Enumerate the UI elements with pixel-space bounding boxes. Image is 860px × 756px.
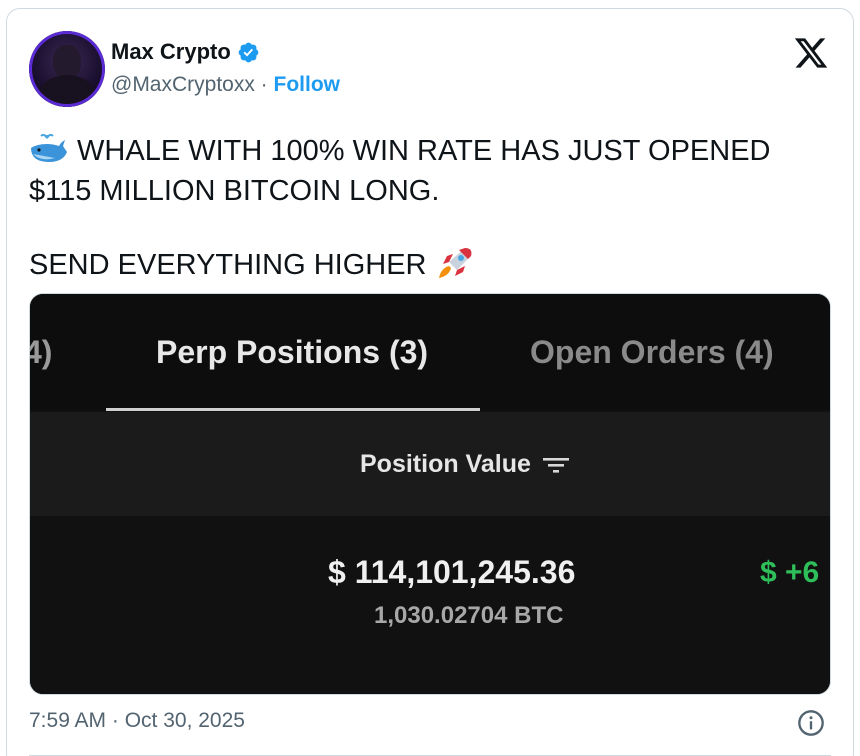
sort-filter-icon [542,457,569,473]
column-header-position-value: Position Value [360,450,571,479]
avatar[interactable] [29,31,105,107]
x-logo-icon[interactable] [793,35,829,71]
info-icon[interactable] [797,709,825,737]
author-name-row[interactable]: Max Crypto [111,39,260,65]
positions-tabs: 4) Perp Positions (3) Open Orders (4) [30,294,830,411]
tweet-card: Max Crypto @MaxCryptoxx · Follow WHALE W… [6,8,854,756]
tweet-text: WHALE WITH 100% WIN RATE HAS JUST OPENED… [29,131,829,285]
author-name[interactable]: Max Crypto [111,39,231,65]
tweet-line-1: WHALE WITH 100% WIN RATE HAS JUST OPENED [29,131,829,171]
tab-open-orders: Open Orders (4) [530,334,774,370]
handle-line: @MaxCryptoxx · Follow [111,73,340,97]
tweet-timestamp[interactable]: 7:59 AM · Oct 30, 2025 [29,709,245,733]
media-image[interactable]: 4) Perp Positions (3) Open Orders (4) Po… [29,293,831,695]
follow-button[interactable]: Follow [274,73,341,96]
table-header: Position Value [30,412,830,516]
whale-emoji-icon [31,133,67,162]
tweet-line-3: SEND EVERYTHING HIGHER [29,245,829,285]
tab-perp-positions: Perp Positions (3) [156,334,429,370]
tweet-line-2: $115 MILLION BITCOIN LONG. [29,175,440,207]
unrealized-pnl: $ +6 [760,556,820,589]
active-tab-underline [106,408,480,411]
tab-truncated: 4) [30,334,53,370]
rocket-emoji-icon [438,248,471,278]
verified-badge-icon [238,42,259,62]
separator: · [254,73,274,96]
position-size-btc: 1,030.02704 BTC [374,602,564,629]
author-handle[interactable]: @MaxCryptoxx [111,73,255,96]
position-value: $ 114,101,245.36 [328,554,576,590]
table-row: $ 114,101,245.36 1,030.02704 BTC $ +6 [30,516,830,694]
